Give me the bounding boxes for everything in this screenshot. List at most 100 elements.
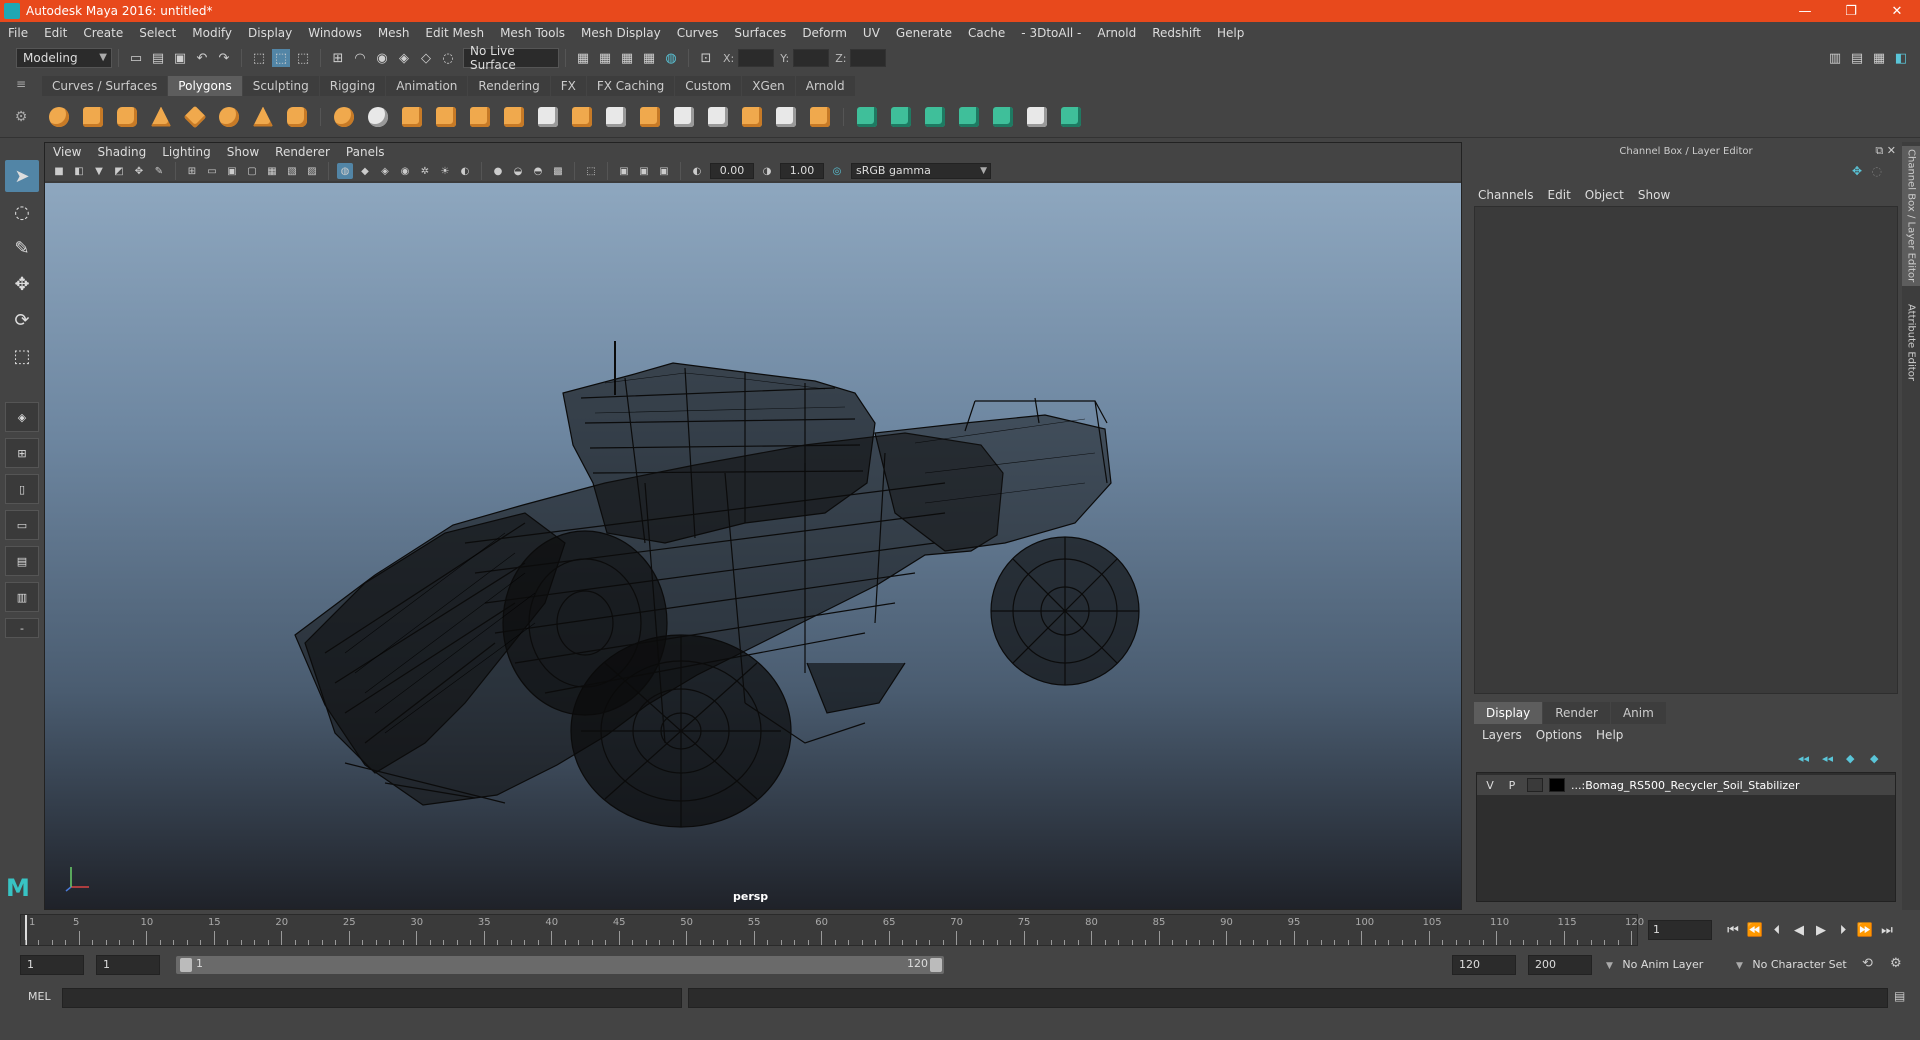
exposure-icon[interactable]: ◐ (689, 163, 705, 179)
attribute-editor-side-tab[interactable]: Attribute Editor (1902, 292, 1920, 392)
menu-mesh-display[interactable]: Mesh Display (581, 26, 661, 40)
textured-icon[interactable]: ✲ (417, 163, 433, 179)
gear-icon[interactable]: ⚙ (0, 109, 42, 125)
menu-display[interactable]: Display (248, 26, 292, 40)
poly-pipe-icon[interactable] (283, 103, 311, 131)
film-gate-icon[interactable]: ▭ (204, 163, 220, 179)
multi-cut-icon[interactable] (704, 103, 732, 131)
make-live-icon[interactable]: ◇ (417, 49, 435, 67)
menu-redshift[interactable]: Redshift (1152, 26, 1201, 40)
auto-key-icon[interactable]: ⟲ (1862, 956, 1873, 971)
channel-edit-menu[interactable]: Edit (1548, 188, 1571, 202)
menu-file[interactable]: File (8, 26, 28, 40)
layer-visibility-toggle[interactable]: V (1481, 777, 1499, 793)
color-management-icon[interactable]: ◎ (829, 163, 845, 179)
shelf-tab-animation[interactable]: Animation (386, 76, 468, 96)
tool-settings-icon[interactable]: ▦ (1870, 49, 1888, 67)
animation-start-field[interactable]: 1 (20, 955, 84, 975)
unfold-uv-icon[interactable] (1057, 103, 1085, 131)
gate-mask-icon[interactable]: ▢ (244, 163, 260, 179)
layer-name[interactable]: ...:Bomag_RS500_Recycler_Soil_Stabilizer (1571, 779, 1799, 792)
modeling-toolkit-icon[interactable]: ▥ (1826, 49, 1844, 67)
single-perspective-layout-icon[interactable]: ◈ (5, 402, 39, 432)
bridge-icon[interactable] (602, 103, 630, 131)
collapse-icon[interactable] (806, 103, 834, 131)
grease-pencil-icon[interactable]: ✎ (151, 163, 167, 179)
resolution-gate-icon[interactable]: ▣ (224, 163, 240, 179)
minimize-button[interactable]: — (1782, 0, 1828, 22)
snap-magnet-icon[interactable]: ◌ (439, 49, 457, 67)
render-view-icon[interactable]: ▦ (574, 49, 592, 67)
menu-modify[interactable]: Modify (192, 26, 232, 40)
menu-windows[interactable]: Windows (308, 26, 362, 40)
channel-box-icon[interactable]: ◧ (1892, 49, 1910, 67)
layer-color-swatch[interactable] (1549, 778, 1565, 792)
image-plane-icon[interactable]: ◩ (111, 163, 127, 179)
open-scene-icon[interactable]: ▤ (149, 49, 167, 67)
menu-edit[interactable]: Edit (44, 26, 67, 40)
outliner-layout-icon[interactable]: ▥ (5, 582, 39, 612)
character-set-dropdown[interactable]: ▼ No Character Set (1730, 955, 1870, 975)
snap-point-icon[interactable]: ◉ (373, 49, 391, 67)
new-layer-from-selected-icon[interactable]: ◆ (1870, 752, 1888, 766)
extrude-icon[interactable] (568, 103, 596, 131)
shelf-tab-arnold[interactable]: Arnold (795, 76, 855, 96)
viewport-menu-lighting[interactable]: Lighting (162, 145, 211, 159)
persp-outliner-layout-icon[interactable]: ▯ (5, 474, 39, 504)
menu-create[interactable]: Create (83, 26, 123, 40)
xray-icon[interactable]: ▣ (616, 163, 632, 179)
lasso-tool-icon[interactable]: ◌ (5, 196, 39, 228)
shelf-tab-xgen[interactable]: XGen (742, 76, 795, 96)
play-forwards-icon[interactable]: ▶ (1810, 920, 1832, 940)
step-back-key-icon[interactable]: ⏪ (1744, 920, 1766, 940)
select-by-object-icon[interactable]: ⬚ (272, 49, 290, 67)
menu-curves[interactable]: Curves (677, 26, 719, 40)
viewport-menu-shading[interactable]: Shading (97, 145, 146, 159)
menuset-dropdown[interactable]: Modeling ▼ (16, 48, 112, 68)
camera-attributes-icon[interactable]: ◧ (71, 163, 87, 179)
move-tool-icon[interactable]: ✥ (5, 268, 39, 300)
wireframe-icon[interactable]: ◍ (337, 163, 353, 179)
restore-button[interactable]: ❐ (1828, 0, 1874, 22)
ipr-render-icon[interactable]: ▦ (618, 49, 636, 67)
scale-tool-icon[interactable]: ⬚ (5, 340, 39, 372)
safe-title-icon[interactable]: ▨ (304, 163, 320, 179)
poly-cube-icon[interactable] (79, 103, 107, 131)
render-settings-icon[interactable]: ▦ (640, 49, 658, 67)
cylindrical-uv-icon[interactable] (887, 103, 915, 131)
menu-generate[interactable]: Generate (896, 26, 952, 40)
menu-surfaces[interactable]: Surfaces (734, 26, 786, 40)
motion-blur-icon[interactable]: ◒ (510, 163, 526, 179)
layer-help-menu[interactable]: Help (1596, 728, 1623, 742)
new-scene-icon[interactable]: ▭ (127, 49, 145, 67)
separate-icon[interactable] (364, 103, 392, 131)
smooth-shade-icon[interactable]: ◆ (357, 163, 373, 179)
channel-show-menu[interactable]: Show (1638, 188, 1670, 202)
step-back-frame-icon[interactable]: ⏴ (1766, 920, 1788, 940)
snap-view-plane-icon[interactable]: ◈ (395, 49, 413, 67)
render-frame-icon[interactable]: ▦ (596, 49, 614, 67)
snap-curve-icon[interactable]: ◠ (351, 49, 369, 67)
playback-end-field[interactable]: 120 (1452, 955, 1516, 975)
move-layer-up-icon[interactable]: ◂◂ (1798, 752, 1816, 766)
menu-edit-mesh[interactable]: Edit Mesh (425, 26, 484, 40)
layer-tab-display[interactable]: Display (1474, 702, 1543, 724)
transform-mode-icon[interactable]: ⊡ (697, 49, 715, 67)
poly-pyramid-icon[interactable] (249, 103, 277, 131)
attribute-editor-icon[interactable]: ▤ (1848, 49, 1866, 67)
live-surface-field[interactable]: No Live Surface (463, 44, 559, 72)
merge-icon[interactable] (772, 103, 800, 131)
depth-of-field-icon[interactable]: ▩ (550, 163, 566, 179)
play-backwards-icon[interactable]: ◀ (1788, 920, 1810, 940)
shelf-tab-custom[interactable]: Custom (675, 76, 742, 96)
combine-icon[interactable] (330, 103, 358, 131)
gamma-icon[interactable]: ◑ (759, 163, 775, 179)
z-field[interactable] (850, 49, 887, 67)
layer-tab-anim[interactable]: Anim (1610, 702, 1666, 724)
bookmark-icon[interactable]: ▼ (91, 163, 107, 179)
menu-cache[interactable]: Cache (968, 26, 1005, 40)
manipulator-icon[interactable]: ✥ (1852, 164, 1862, 178)
select-tool-icon[interactable]: ➤ (5, 160, 39, 192)
average-vertices-icon[interactable] (500, 103, 528, 131)
checker-uv-icon[interactable] (1023, 103, 1051, 131)
